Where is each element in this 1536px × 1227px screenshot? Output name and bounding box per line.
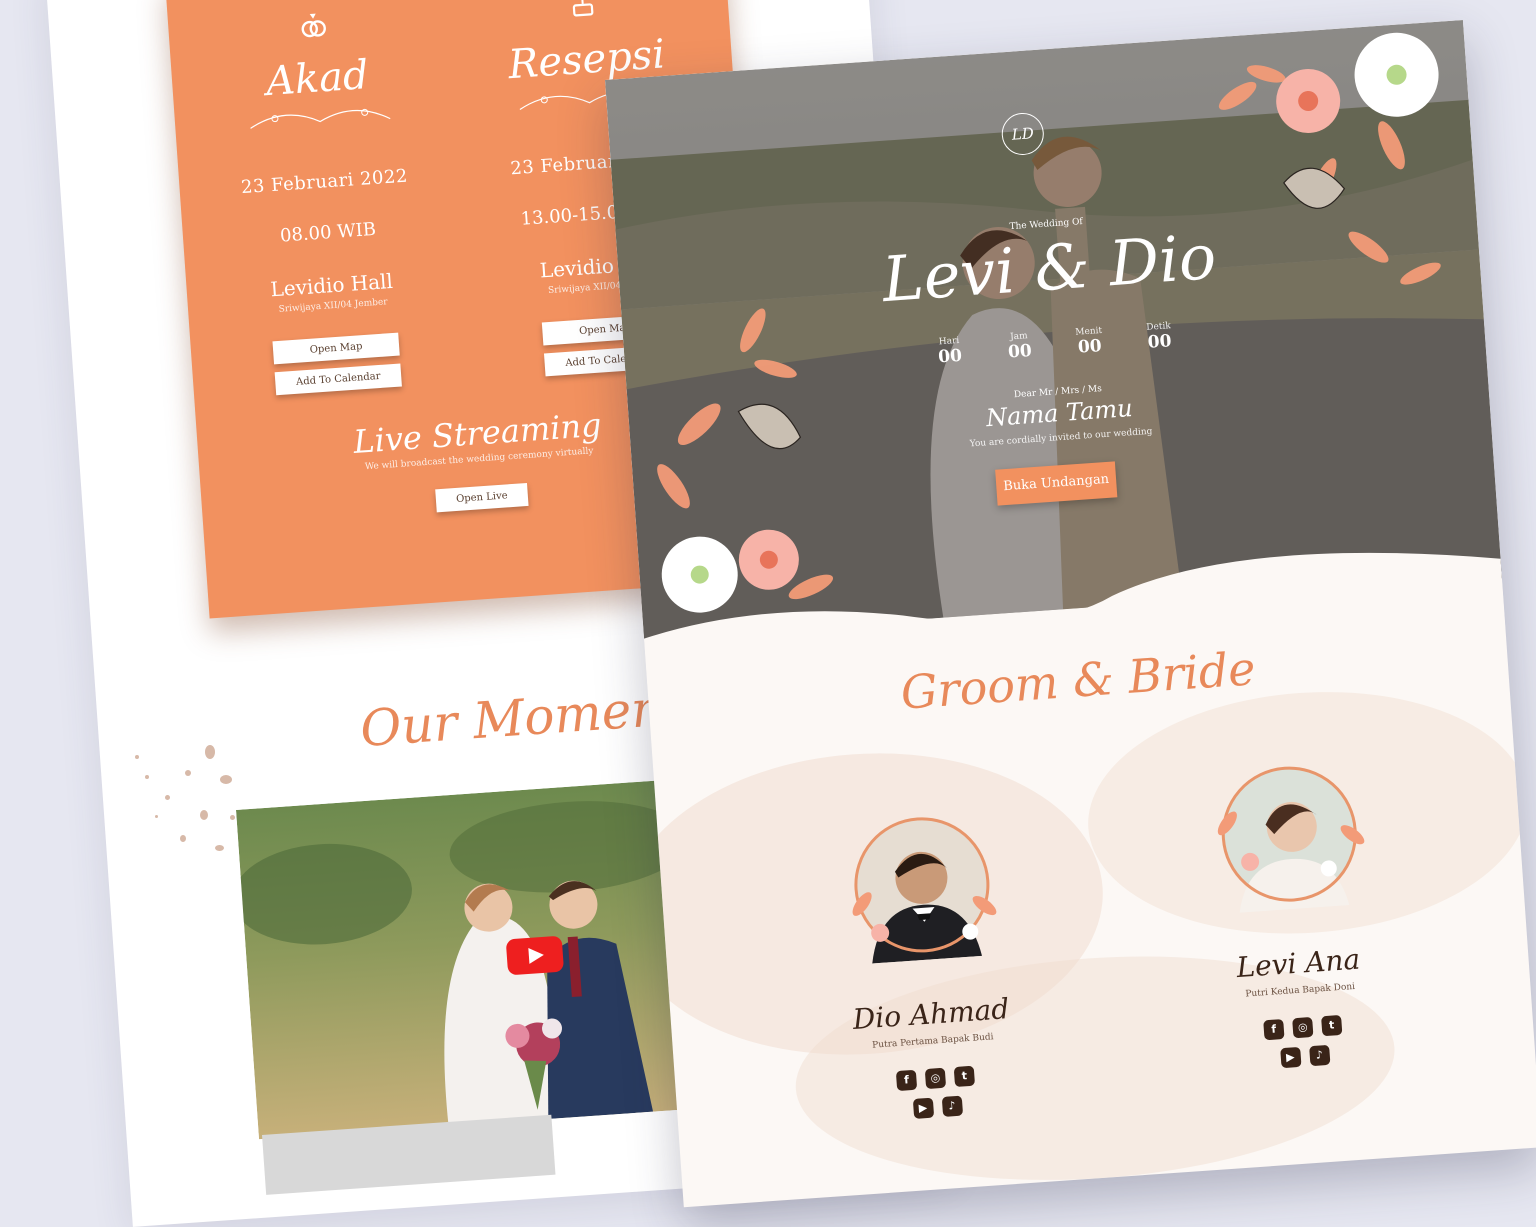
bride-card: Levi Ana Putri Kedua Bapak Doni f ◎ t ▶ … xyxy=(1154,750,1435,1075)
akad-title: Akad xyxy=(264,52,371,106)
countdown-hours: Jam 00 xyxy=(1007,331,1033,363)
twitter-icon[interactable]: t xyxy=(1321,1014,1343,1037)
groom-portrait xyxy=(842,805,1002,965)
youtube-icon[interactable]: ▶ xyxy=(1279,1046,1302,1069)
instagram-icon[interactable]: ◎ xyxy=(924,1067,947,1090)
bride-portrait xyxy=(1209,754,1369,914)
groom-social-links: f ◎ t ▶ ♪ xyxy=(885,1065,988,1121)
facebook-icon[interactable]: f xyxy=(1263,1018,1285,1041)
tiktok-icon[interactable]: ♪ xyxy=(1308,1044,1330,1067)
couple-photo xyxy=(236,780,688,1140)
akad-date: 23 Februari 2022 xyxy=(240,165,409,199)
twitter-icon[interactable]: t xyxy=(953,1065,976,1088)
cake-icon xyxy=(572,0,594,17)
instagram-icon[interactable]: ◎ xyxy=(1292,1016,1314,1039)
groom-card: Dio Ahmad Putra Pertama Bapak Budi f ◎ t… xyxy=(787,801,1068,1126)
akad-add-calendar-button[interactable]: Add To Calendar xyxy=(274,363,402,396)
watercolor-splatter xyxy=(125,715,255,885)
countdown-seconds: Detik 00 xyxy=(1146,321,1173,353)
bride-social-links: f ◎ t ▶ ♪ xyxy=(1252,1014,1355,1070)
akad-open-map-button[interactable]: Open Map xyxy=(272,332,400,365)
rings-icon xyxy=(301,13,326,38)
youtube-play-icon[interactable] xyxy=(505,935,565,976)
youtube-icon[interactable]: ▶ xyxy=(912,1097,934,1119)
open-live-button[interactable]: Open Live xyxy=(435,482,529,513)
facebook-icon[interactable]: f xyxy=(895,1069,918,1092)
moments-video-thumbnail[interactable] xyxy=(236,780,688,1140)
tiktok-icon[interactable]: ♪ xyxy=(941,1095,963,1117)
bride-photo xyxy=(1217,766,1365,913)
front-page: LD The Wedding Of Levi & Dio Hari 00 Jam… xyxy=(605,20,1536,1208)
groom-photo xyxy=(852,817,997,964)
countdown-minutes: Menit 00 xyxy=(1075,325,1103,358)
countdown-days: Hari 00 xyxy=(937,335,963,368)
akad-section: Akad 23 Februari 2022 08.00 WIB Levidio … xyxy=(188,1,464,400)
akad-time: 08.00 WIB xyxy=(279,218,377,247)
